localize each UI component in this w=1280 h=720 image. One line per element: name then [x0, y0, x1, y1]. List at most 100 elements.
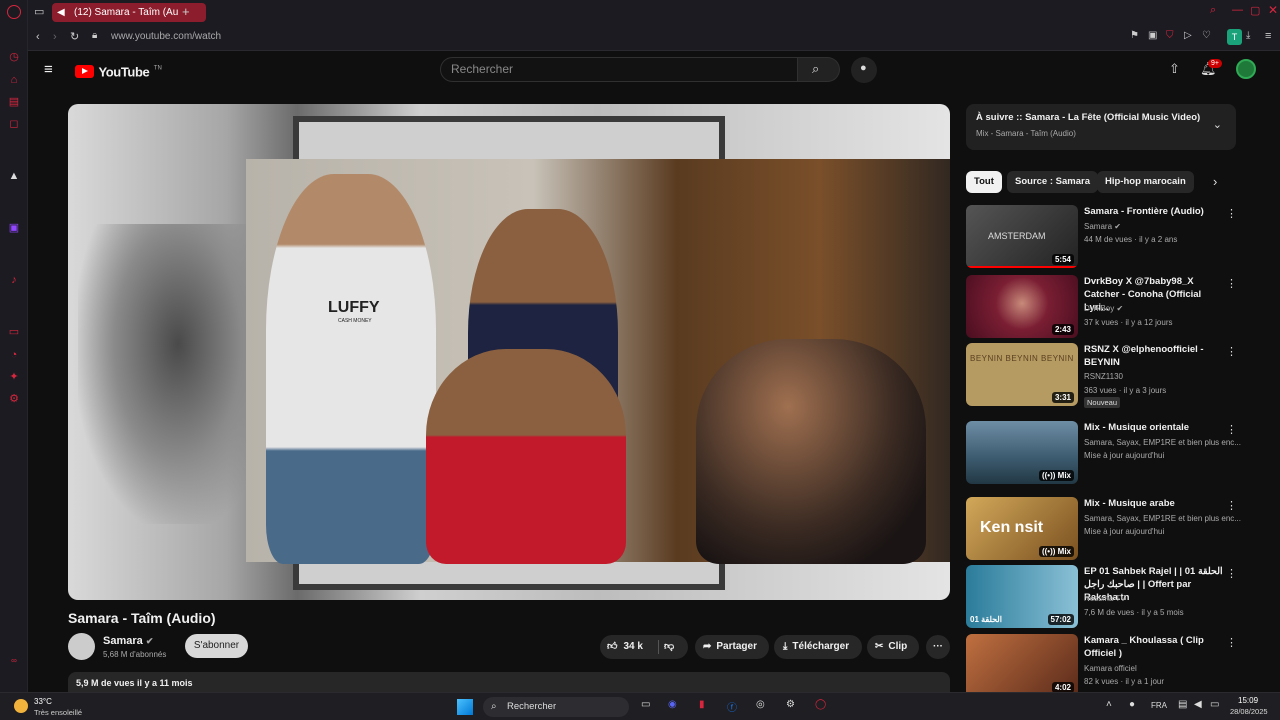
facebook-icon[interactable]: ⓕ [727, 699, 737, 714]
settings-icon[interactable]: ⚙ [7, 392, 21, 406]
bag-icon[interactable]: ⌂ [7, 73, 21, 87]
rec-thumbnail[interactable]: Ken nsit ((•)) Mix [966, 497, 1078, 560]
download-button[interactable]: ⤓ Télécharger [774, 635, 862, 659]
rec-menu-icon[interactable]: ⋮ [1226, 636, 1237, 649]
rec-channel[interactable]: Nessma TV [1084, 594, 1126, 603]
profile-avatar[interactable]: T [1227, 29, 1242, 45]
rec-item[interactable]: BEYNIN BEYNIN BEYNIN 3:31 RSNZ X @elpheno… [966, 343, 1280, 408]
pin-icon[interactable]: ⚑ [1130, 30, 1139, 41]
rec-menu-icon[interactable]: ⋮ [1226, 499, 1237, 512]
snapshot-icon[interactable]: ▣ [1148, 30, 1157, 41]
opera-logo-icon[interactable] [7, 5, 21, 19]
rec-title[interactable]: Kamara _ Khoulassa ( Clip Officiel ) [1084, 634, 1224, 660]
rec-item[interactable]: 4:02 Kamara _ Khoulassa ( Clip Officiel … [966, 634, 1280, 692]
chip-source-samara[interactable]: Source : Samara [1007, 171, 1098, 193]
rec-channel[interactable]: RSNZ1130 [1084, 372, 1123, 381]
chip-all[interactable]: Tout [966, 171, 1002, 193]
rec-thumbnail[interactable]: BEYNIN BEYNIN BEYNIN 3:31 [966, 343, 1078, 406]
rec-channel[interactable]: Kamara officiel [1084, 664, 1137, 673]
rec-item[interactable]: Ken nsit ((•)) Mix Mix - Musique arabe Sa… [966, 497, 1280, 562]
file-explorer-icon[interactable]: ▭ [641, 699, 650, 710]
search-input[interactable]: Rechercher [440, 57, 798, 82]
rec-menu-icon[interactable]: ⋮ [1226, 345, 1237, 358]
rec-menu-icon[interactable]: ⋮ [1226, 207, 1237, 220]
rec-title[interactable]: RSNZ X @elphenoofficiel - BEYNIN [1084, 343, 1224, 369]
discord-icon[interactable]: ◉ [668, 699, 677, 710]
chrome-icon[interactable]: ◎ [756, 699, 765, 710]
wallet-icon[interactable]: ▤ [7, 95, 21, 109]
tray-chevron-icon[interactable]: ˄ [1106, 699, 1112, 710]
rec-channel[interactable]: DvrkBoy ✔ [1084, 304, 1123, 313]
voice-search-button[interactable]: ● [851, 57, 877, 83]
channel-name[interactable]: Samara ✔ [103, 635, 153, 647]
up-next-panel[interactable]: À suivre :: Samara - La Fête (Official M… [966, 104, 1236, 150]
channel-avatar[interactable] [68, 633, 95, 660]
more-actions-button[interactable]: ··· [926, 635, 950, 659]
url-field[interactable]: www.youtube.com/watch [111, 31, 221, 42]
temperature[interactable]: 33°C [34, 697, 52, 706]
shield-icon[interactable]: ⛉ [1166, 30, 1174, 41]
messenger-icon[interactable]: ◻ [7, 117, 21, 131]
mic-tray-icon[interactable]: ● [1129, 699, 1135, 710]
tabs-icon[interactable]: ▭ [7, 325, 21, 339]
rec-thumbnail[interactable]: 2:43 [966, 275, 1078, 338]
rec-channel[interactable]: Samara, Sayax, EMP1RE et bien plus enc..… [1084, 514, 1241, 523]
speaker-icon[interactable]: ◀ [57, 3, 65, 22]
new-tab-button[interactable]: + [182, 4, 190, 19]
chevron-right-icon[interactable]: › [1213, 174, 1217, 189]
youtube-logo[interactable]: YouTube TN [75, 63, 162, 81]
search-button[interactable]: ⌕ [798, 57, 840, 82]
play-icon[interactable]: ▷ [1184, 30, 1192, 41]
more-icon[interactable]: ∞ [7, 654, 21, 668]
rec-title[interactable]: Mix - Musique orientale [1084, 421, 1224, 434]
opera-taskbar-icon[interactable]: ◯ [815, 699, 826, 710]
extensions-icon[interactable]: ✦ [7, 370, 21, 384]
rec-menu-icon[interactable]: ⋮ [1226, 567, 1237, 580]
close-window-button[interactable]: ✕ [1268, 3, 1278, 17]
subscribe-button[interactable]: S'abonner [185, 634, 248, 658]
maximize-button[interactable]: ▢ [1250, 4, 1260, 17]
reload-icon[interactable]: ↻ [70, 30, 79, 43]
dislike-button[interactable]: 👎︎ [664, 635, 674, 659]
rec-thumbnail[interactable]: 4:02 [966, 634, 1078, 692]
search-tabs-icon[interactable]: ⌕ [1210, 4, 1216, 17]
back-icon[interactable]: ‹ [36, 31, 40, 43]
volume-icon[interactable]: ◀ [1194, 699, 1202, 710]
rec-item[interactable]: ((•)) Mix Mix - Musique orientale Samara… [966, 421, 1280, 486]
clock-icon[interactable]: ◔ [7, 348, 21, 362]
battery-icon[interactable]: ▭ [1210, 699, 1219, 710]
workspaces-icon[interactable]: ▭ [34, 5, 44, 18]
rec-menu-icon[interactable]: ⋮ [1226, 277, 1237, 290]
rec-thumbnail[interactable]: AMSTERDAM 5:54 [966, 205, 1078, 268]
clock-time[interactable]: 15:09 [1238, 696, 1258, 705]
upload-icon[interactable]: ⇧ [1169, 61, 1180, 77]
chip-moroccan-hiphop[interactable]: Hip-hop marocain [1097, 171, 1194, 193]
weather-icon[interactable] [14, 699, 28, 713]
aria-icon[interactable]: ▲ [7, 169, 21, 183]
rec-channel[interactable]: Samara ✔ [1084, 222, 1121, 231]
taskbar-search[interactable]: ⌕ Rechercher [483, 697, 629, 717]
rec-menu-icon[interactable]: ⋮ [1226, 423, 1237, 436]
hamburger-icon[interactable]: ≡ [44, 61, 53, 78]
wifi-icon[interactable]: ▤ [1178, 699, 1187, 710]
heart-icon[interactable]: ♡ [1202, 30, 1211, 41]
description-box[interactable]: 5,9 M de vues il y a 11 mois [68, 672, 950, 694]
rec-item[interactable]: 2:43 DvrkBoy X @7baby98_X Catcher - Cono… [966, 275, 1280, 340]
settings-app-icon[interactable]: ⚙ [786, 699, 795, 710]
history-icon[interactable]: ◷ [7, 50, 21, 64]
menu-icon[interactable]: ≡ [1265, 30, 1271, 42]
windows-start-icon[interactable] [457, 699, 473, 715]
app-icon[interactable]: ▮ [699, 699, 705, 710]
rec-thumbnail[interactable]: 01 الحلقة 57:02 [966, 565, 1078, 628]
music-icon[interactable]: ♪ [7, 273, 21, 287]
rec-channel[interactable]: Samara, Sayax, EMP1RE et bien plus enc..… [1084, 438, 1241, 447]
account-avatar[interactable] [1236, 59, 1256, 79]
language-indicator[interactable]: FRA [1151, 701, 1167, 710]
rec-item[interactable]: AMSTERDAM 5:54 Samara - Frontière (Audio)… [966, 205, 1280, 270]
rec-title[interactable]: Samara - Frontière (Audio) [1084, 205, 1224, 218]
like-button[interactable]: 👍︎ 34 k [607, 635, 661, 659]
download-icon[interactable]: ⤓ [1246, 30, 1250, 41]
share-button[interactable]: ➦ Partager [695, 635, 769, 659]
rec-thumbnail[interactable]: ((•)) Mix [966, 421, 1078, 484]
rec-title[interactable]: Mix - Musique arabe [1084, 497, 1224, 510]
